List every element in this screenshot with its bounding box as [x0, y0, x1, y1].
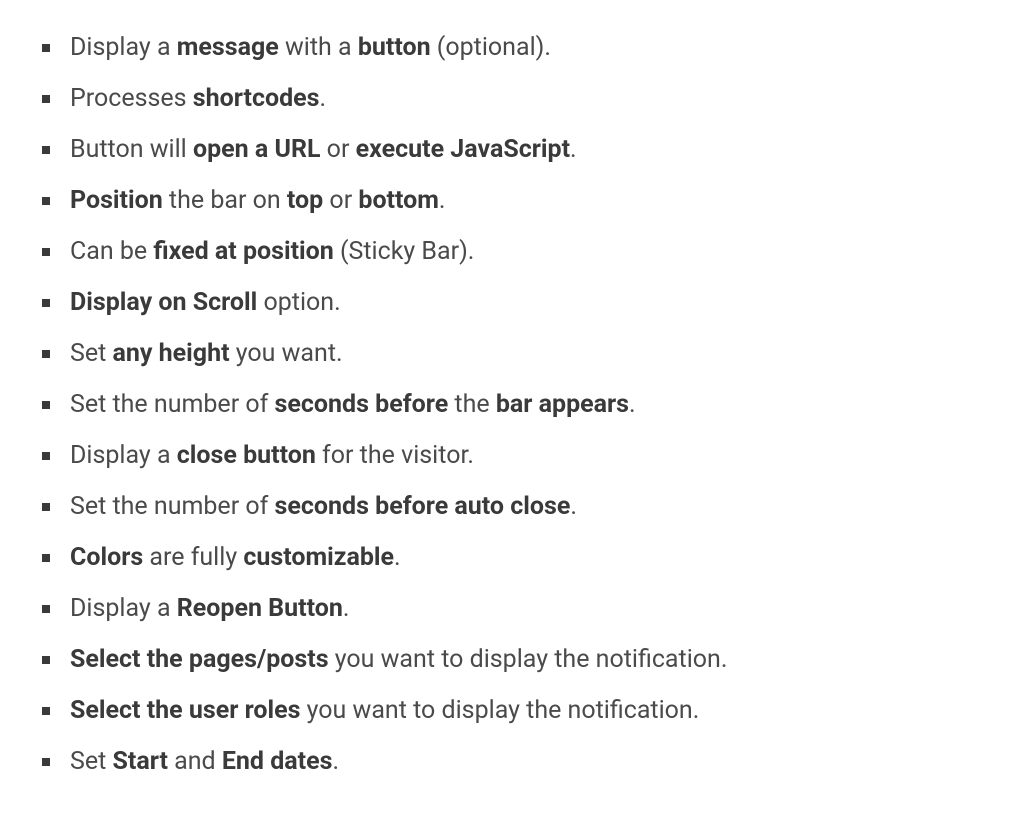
- feature-item: Set the number of seconds before the bar…: [70, 387, 1004, 422]
- feature-item: Select the pages/posts you want to displ…: [70, 642, 1004, 677]
- feature-bold-text: Start: [112, 747, 167, 776]
- feature-text: are fully: [143, 543, 243, 572]
- feature-bold-text: shortcodes: [193, 84, 320, 113]
- feature-bold-text: bar appears: [496, 390, 629, 419]
- feature-text: Button will: [70, 135, 193, 164]
- feature-text: the bar on: [163, 186, 287, 215]
- feature-text: .: [570, 492, 577, 521]
- feature-bold-text: seconds before: [275, 390, 449, 419]
- feature-text: Display a: [70, 441, 177, 470]
- feature-text: option.: [257, 288, 340, 317]
- feature-text: Processes: [70, 84, 193, 113]
- feature-text: and: [168, 747, 222, 776]
- feature-text: .: [320, 84, 327, 113]
- feature-text: you want to display the notification.: [329, 645, 728, 674]
- feature-text: you want.: [230, 339, 343, 368]
- feature-text: you want to display the notification.: [300, 696, 699, 725]
- feature-text: Set: [70, 747, 112, 776]
- feature-item: Display a message with a button (optiona…: [70, 30, 1004, 65]
- feature-text: Set the number of: [70, 492, 275, 521]
- feature-text: or: [323, 186, 358, 215]
- feature-text: Set: [70, 339, 112, 368]
- feature-item: Display a close button for the visitor.: [70, 438, 1004, 473]
- feature-item: Set Start and End dates.: [70, 744, 1004, 779]
- feature-bold-text: any height: [112, 339, 229, 368]
- feature-bold-text: seconds before auto close: [275, 492, 571, 521]
- feature-text: or: [320, 135, 355, 164]
- feature-text: .: [629, 390, 636, 419]
- feature-text: .: [332, 747, 339, 776]
- feature-text: the: [448, 390, 496, 419]
- feature-text: .: [343, 594, 350, 623]
- feature-text: Display a: [70, 594, 177, 623]
- feature-bold-text: execute JavaScript: [356, 135, 570, 164]
- feature-item: Can be fixed at position (Sticky Bar).: [70, 234, 1004, 269]
- feature-bold-text: button: [358, 33, 431, 62]
- feature-text: .: [439, 186, 446, 215]
- feature-item: Colors are fully customizable.: [70, 540, 1004, 575]
- feature-text: Can be: [70, 237, 153, 266]
- feature-item: Set any height you want.: [70, 336, 1004, 371]
- feature-bold-text: Display on Scroll: [70, 288, 257, 317]
- feature-text: (Sticky Bar).: [334, 237, 475, 266]
- feature-bold-text: open a URL: [193, 135, 321, 164]
- feature-bold-text: Select the pages/posts: [70, 645, 329, 674]
- feature-text: with a: [279, 33, 358, 62]
- feature-text: .: [570, 135, 577, 164]
- feature-item: Display on Scroll option.: [70, 285, 1004, 320]
- feature-text: Set the number of: [70, 390, 275, 419]
- feature-item: Position the bar on top or bottom.: [70, 183, 1004, 218]
- feature-list: Display a message with a button (optiona…: [20, 30, 1004, 779]
- feature-text: (optional).: [431, 33, 551, 62]
- feature-bold-text: fixed at position: [153, 237, 333, 266]
- feature-text: Display a: [70, 33, 177, 62]
- feature-bold-text: Position: [70, 186, 163, 215]
- feature-bold-text: customizable: [243, 543, 394, 572]
- feature-bold-text: End dates: [222, 747, 333, 776]
- feature-item: Button will open a URL or execute JavaSc…: [70, 132, 1004, 167]
- feature-bold-text: Select the user roles: [70, 696, 300, 725]
- feature-item: Set the number of seconds before auto cl…: [70, 489, 1004, 524]
- feature-bold-text: Colors: [70, 543, 143, 572]
- feature-item: Processes shortcodes.: [70, 81, 1004, 116]
- feature-bold-text: message: [177, 33, 279, 62]
- feature-bold-text: close button: [177, 441, 316, 470]
- feature-item: Display a Reopen Button.: [70, 591, 1004, 626]
- feature-text: .: [394, 543, 401, 572]
- feature-bold-text: top: [287, 186, 323, 215]
- feature-bold-text: bottom: [358, 186, 439, 215]
- feature-bold-text: Reopen Button: [177, 594, 343, 623]
- feature-text: for the visitor.: [316, 441, 474, 470]
- feature-item: Select the user roles you want to displa…: [70, 693, 1004, 728]
